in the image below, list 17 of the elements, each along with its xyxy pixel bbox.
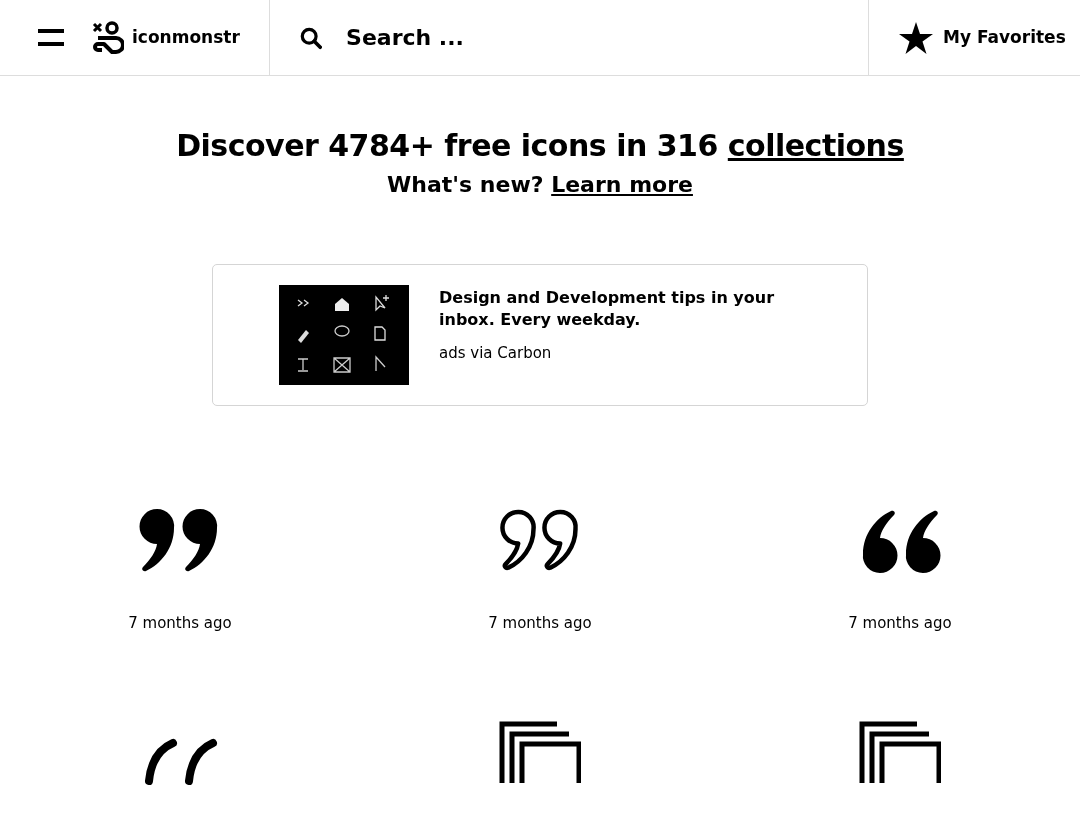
headline-text: Discover 4784+ free icons in 316 [176, 128, 718, 163]
ad-source[interactable]: ads via Carbon [439, 341, 799, 365]
time-ago-text: 7 months ago [848, 613, 952, 634]
learn-more-link[interactable]: Learn more [551, 172, 693, 197]
logo-icon[interactable] [90, 20, 124, 55]
favorites-link[interactable]: My Favorites [943, 24, 1066, 51]
ad-card[interactable]: Design and Development tips in your inbox. Every weekday. ads via Carbon [212, 264, 868, 406]
star-icon[interactable] [899, 21, 933, 54]
collections-link[interactable]: collections [727, 128, 904, 163]
time-ago-text: 7 months ago [488, 613, 592, 634]
logo-text[interactable]: iconmonstr [132, 24, 240, 51]
ad-text[interactable]: Design and Development tips in your inbox. Every weekday. [439, 287, 799, 332]
search-field[interactable]: Search ... [346, 21, 868, 54]
menu-icon[interactable] [38, 28, 64, 47]
search-icon[interactable] [300, 25, 323, 50]
subheadline-text: What's new? [387, 172, 544, 197]
time-ago-text: 7 months ago [128, 613, 232, 634]
